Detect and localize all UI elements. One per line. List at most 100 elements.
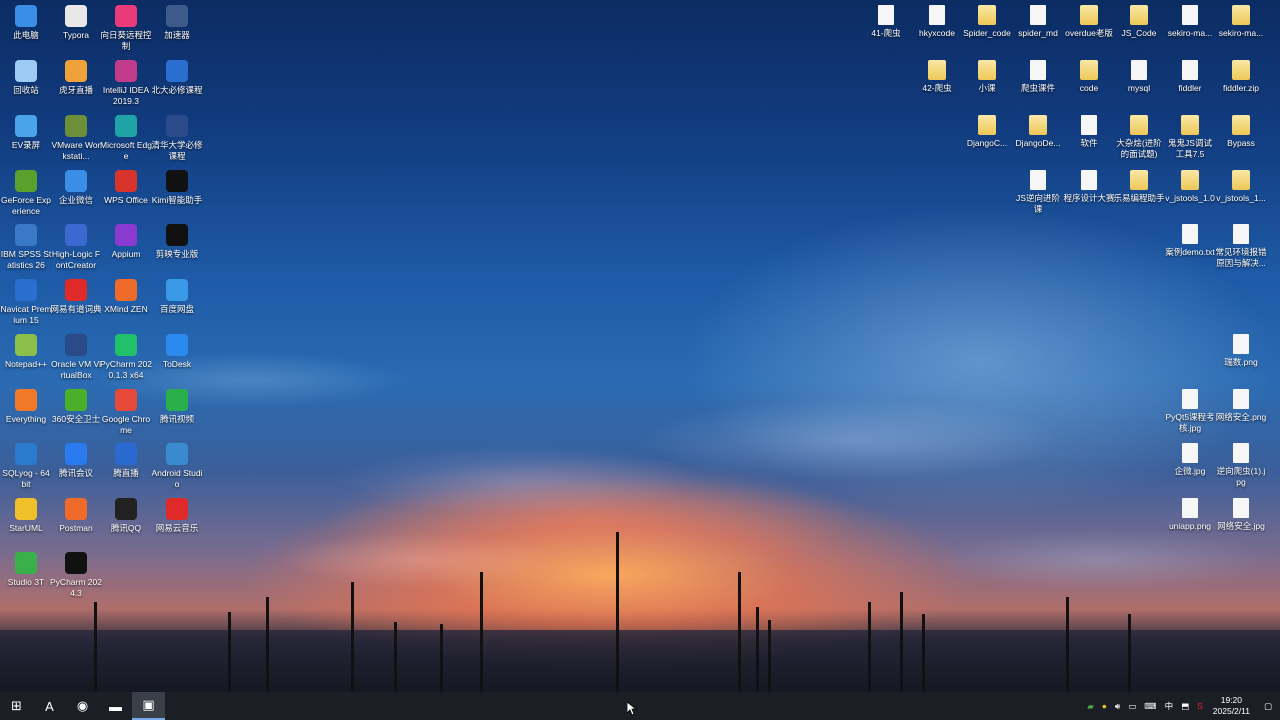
chrome-taskbar-icon[interactable]: ◉ <box>66 692 99 720</box>
desktop-icon[interactable]: PyCharm 2020.1.3 x64 <box>100 334 152 381</box>
todesk-icon <box>166 334 188 356</box>
desktop-icon[interactable]: High-Logic FontCreator <box>50 224 102 271</box>
desktop-icon[interactable]: 回收站 <box>0 60 52 96</box>
desktop-icon[interactable]: 网易有道词典 <box>50 279 102 315</box>
desktop-icon[interactable]: 42-爬虫 <box>911 60 963 94</box>
desktop-icon[interactable]: uniapp.png <box>1164 498 1216 532</box>
app-store-icon[interactable]: A <box>33 692 66 720</box>
desktop-icon[interactable]: StarUML <box>0 498 52 534</box>
desktop-icon[interactable]: 企业微信 <box>50 170 102 206</box>
file-explorer-icon[interactable]: ▬ <box>99 692 132 720</box>
desktop-icon[interactable]: 大杂烩(进阶的面试题) <box>1113 115 1165 160</box>
desktop-icon[interactable]: IBM SPSS Statistics 26 <box>0 224 52 271</box>
desktop-icon-label: 网易云音乐 <box>155 523 199 533</box>
desktop-icon[interactable]: sekiro-ma... <box>1215 5 1267 39</box>
desktop-icon[interactable]: DjangoDe... <box>1012 115 1064 149</box>
desktop-icon[interactable]: 腾讯会议 <box>50 443 102 479</box>
desktop-icon-label: sekiro-ma... <box>1218 28 1264 38</box>
tray-app-icon[interactable]: ▰ <box>1087 701 1094 712</box>
clock[interactable]: 19:20 2025/2/11 <box>1213 695 1250 717</box>
desktop-icon[interactable]: DjangoC... <box>961 115 1013 149</box>
desktop-icon[interactable]: Typora <box>50 5 102 41</box>
desktop-icon[interactable]: 虎牙直播 <box>50 60 102 96</box>
volume-icon[interactable]: 🔊︎ <box>1115 701 1120 712</box>
desktop-icon[interactable]: sekiro-ma... <box>1164 5 1216 39</box>
desktop-icon-label: 剪映专业版 <box>155 249 199 259</box>
desktop-icon[interactable]: 网络安全.png <box>1215 389 1267 423</box>
screen-recorder-icon[interactable]: ▣ <box>132 692 165 720</box>
folder-icon <box>1080 5 1098 25</box>
desktop-icon[interactable]: IntelliJ IDEA 2019.3 <box>100 60 152 107</box>
desktop-icon[interactable]: JS逆向进阶课 <box>1012 170 1064 215</box>
desktop-icon[interactable]: 腾直播 <box>100 443 152 479</box>
desktop-icon[interactable]: 清华大学必修课程 <box>151 115 203 162</box>
desktop-icon[interactable]: 北大必修课程 <box>151 60 203 96</box>
desktop-icon[interactable]: VMware Workstati... <box>50 115 102 162</box>
desktop-icon[interactable]: WPS Office <box>100 170 152 206</box>
desktop-icon[interactable]: Appium <box>100 224 152 260</box>
desktop-icon[interactable]: EV录屏 <box>0 115 52 151</box>
desktop-icon[interactable]: spider_md <box>1012 5 1064 39</box>
desktop-icon[interactable]: 鬼鬼JS调试工具7.5 <box>1164 115 1216 160</box>
desktop-icon[interactable]: 爬虫课件 <box>1012 60 1064 94</box>
network-icon[interactable]: ▭ <box>1128 701 1136 712</box>
desktop-icon[interactable]: v_jstools_1... <box>1215 170 1267 204</box>
desktop-icon[interactable]: code <box>1063 60 1115 94</box>
desktop-icon[interactable]: 企微.jpg <box>1164 443 1216 477</box>
desktop-icon[interactable]: 此电脑 <box>0 5 52 41</box>
start-button[interactable]: ⊞ <box>0 692 33 720</box>
desktop-icon[interactable]: Spider_code <box>961 5 1013 39</box>
desktop-icon[interactable]: PyQt5课程考核.jpg <box>1164 389 1216 434</box>
desktop-icon[interactable]: 加速器 <box>151 5 203 41</box>
desktop-icon[interactable]: ToDesk <box>151 334 203 370</box>
desktop-icon[interactable]: mysql <box>1113 60 1165 94</box>
desktop-icon[interactable]: 网易云音乐 <box>151 498 203 534</box>
desktop-icon[interactable]: JS_Code <box>1113 5 1165 39</box>
desktop-icon[interactable]: 乐易编程助手 <box>1113 170 1165 204</box>
desktop-icon[interactable]: Kimi智能助手 <box>151 170 203 206</box>
desktop-icon[interactable]: 常见环境报错原因与解决... <box>1215 224 1267 269</box>
desktop-icon[interactable]: 瑞数.png <box>1215 334 1267 368</box>
desktop-icon[interactable]: 百度网盘 <box>151 279 203 315</box>
desktop-icon[interactable]: 向日葵远程控制 <box>100 5 152 52</box>
desktop-icon[interactable]: 逆向爬虫(1).jpg <box>1215 443 1267 488</box>
desktop-icon[interactable]: Studio 3T <box>0 552 52 588</box>
desktop-icon[interactable]: Google Chrome <box>100 389 152 436</box>
desktop-icon[interactable]: 网络安全.jpg <box>1215 498 1267 532</box>
desktop-icon[interactable]: 剪映专业版 <box>151 224 203 260</box>
desktop-icon[interactable]: 腾讯QQ <box>100 498 152 534</box>
notification-icon[interactable]: ▢ <box>1264 701 1272 712</box>
desktop-icon[interactable]: fiddler <box>1164 60 1216 94</box>
desktop-icon[interactable]: Everything <box>0 389 52 425</box>
desktop-icon[interactable]: v_jstools_1.0 <box>1164 170 1216 204</box>
desktop-icon[interactable]: 案例demo.txt <box>1164 224 1216 258</box>
desktop-icon[interactable]: SQLyog - 64 bit <box>0 443 52 490</box>
desktop-icon[interactable]: hkyxcode <box>911 5 963 39</box>
desktop-icon[interactable]: Bypass <box>1215 115 1267 149</box>
desktop-icon[interactable]: 41-爬虫 <box>860 5 912 39</box>
tray-app-icon[interactable]: ● <box>1102 701 1107 711</box>
action-icon[interactable]: ⌨ <box>1144 701 1156 712</box>
desktop-icon[interactable]: PyCharm 2024.3 <box>50 552 102 599</box>
desktop-icon[interactable]: Android Studio <box>151 443 203 490</box>
desktop-icon[interactable]: Postman <box>50 498 102 534</box>
folder-icon <box>1232 60 1250 80</box>
desktop-icon[interactable]: 程序设计大赛 <box>1063 170 1115 204</box>
desktop-icon[interactable]: 腾讯视频 <box>151 389 203 425</box>
desktop-icon[interactable]: Notepad++ <box>0 334 52 370</box>
desktop-icon[interactable]: GeForce Experience <box>0 170 52 217</box>
tray-app-icon[interactable]: ⬒ <box>1181 701 1189 712</box>
desktop-icon[interactable]: Microsoft Edge <box>100 115 152 162</box>
vmware-icon <box>65 115 87 137</box>
desktop-icon[interactable]: fiddler.zip <box>1215 60 1267 94</box>
tray-app-icon[interactable]: S <box>1197 701 1203 711</box>
ime-indicator[interactable]: 中 <box>1165 700 1174 712</box>
desktop-icon[interactable]: overdue老版 <box>1063 5 1115 39</box>
desktop-icon[interactable]: 小课 <box>961 60 1013 94</box>
file-icon <box>1081 170 1097 190</box>
desktop-icon[interactable]: 软件 <box>1063 115 1115 149</box>
desktop-icon[interactable]: Navicat Premium 15 <box>0 279 52 326</box>
desktop-icon[interactable]: 360安全卫士 <box>50 389 102 425</box>
desktop-icon[interactable]: Oracle VM VirtualBox <box>50 334 102 381</box>
desktop-icon[interactable]: XMind ZEN <box>100 279 152 315</box>
